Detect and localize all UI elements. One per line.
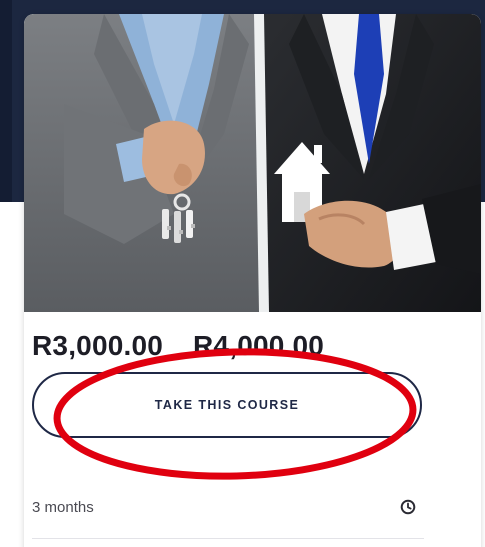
price-row: R3,000.00 R4,000.00: [32, 330, 324, 370]
take-this-course-button[interactable]: TAKE THIS COURSE: [32, 372, 422, 438]
real-estate-keys-house-photo: [24, 14, 481, 312]
course-hero-image[interactable]: [24, 14, 481, 312]
page-header-edge: [0, 0, 12, 202]
take-this-course-label: TAKE THIS COURSE: [154, 398, 300, 412]
course-duration: 3 months: [32, 498, 94, 516]
original-price: R4,000.00: [193, 330, 325, 361]
course-card: [24, 14, 481, 547]
clock-icon: [400, 499, 416, 515]
course-duration-row: 3 months: [32, 492, 422, 522]
card-divider: [32, 538, 424, 539]
page: R3,000.00 R4,000.00 TAKE THIS COURSE 3 m…: [0, 0, 485, 547]
current-price: R3,000.00: [32, 330, 164, 361]
